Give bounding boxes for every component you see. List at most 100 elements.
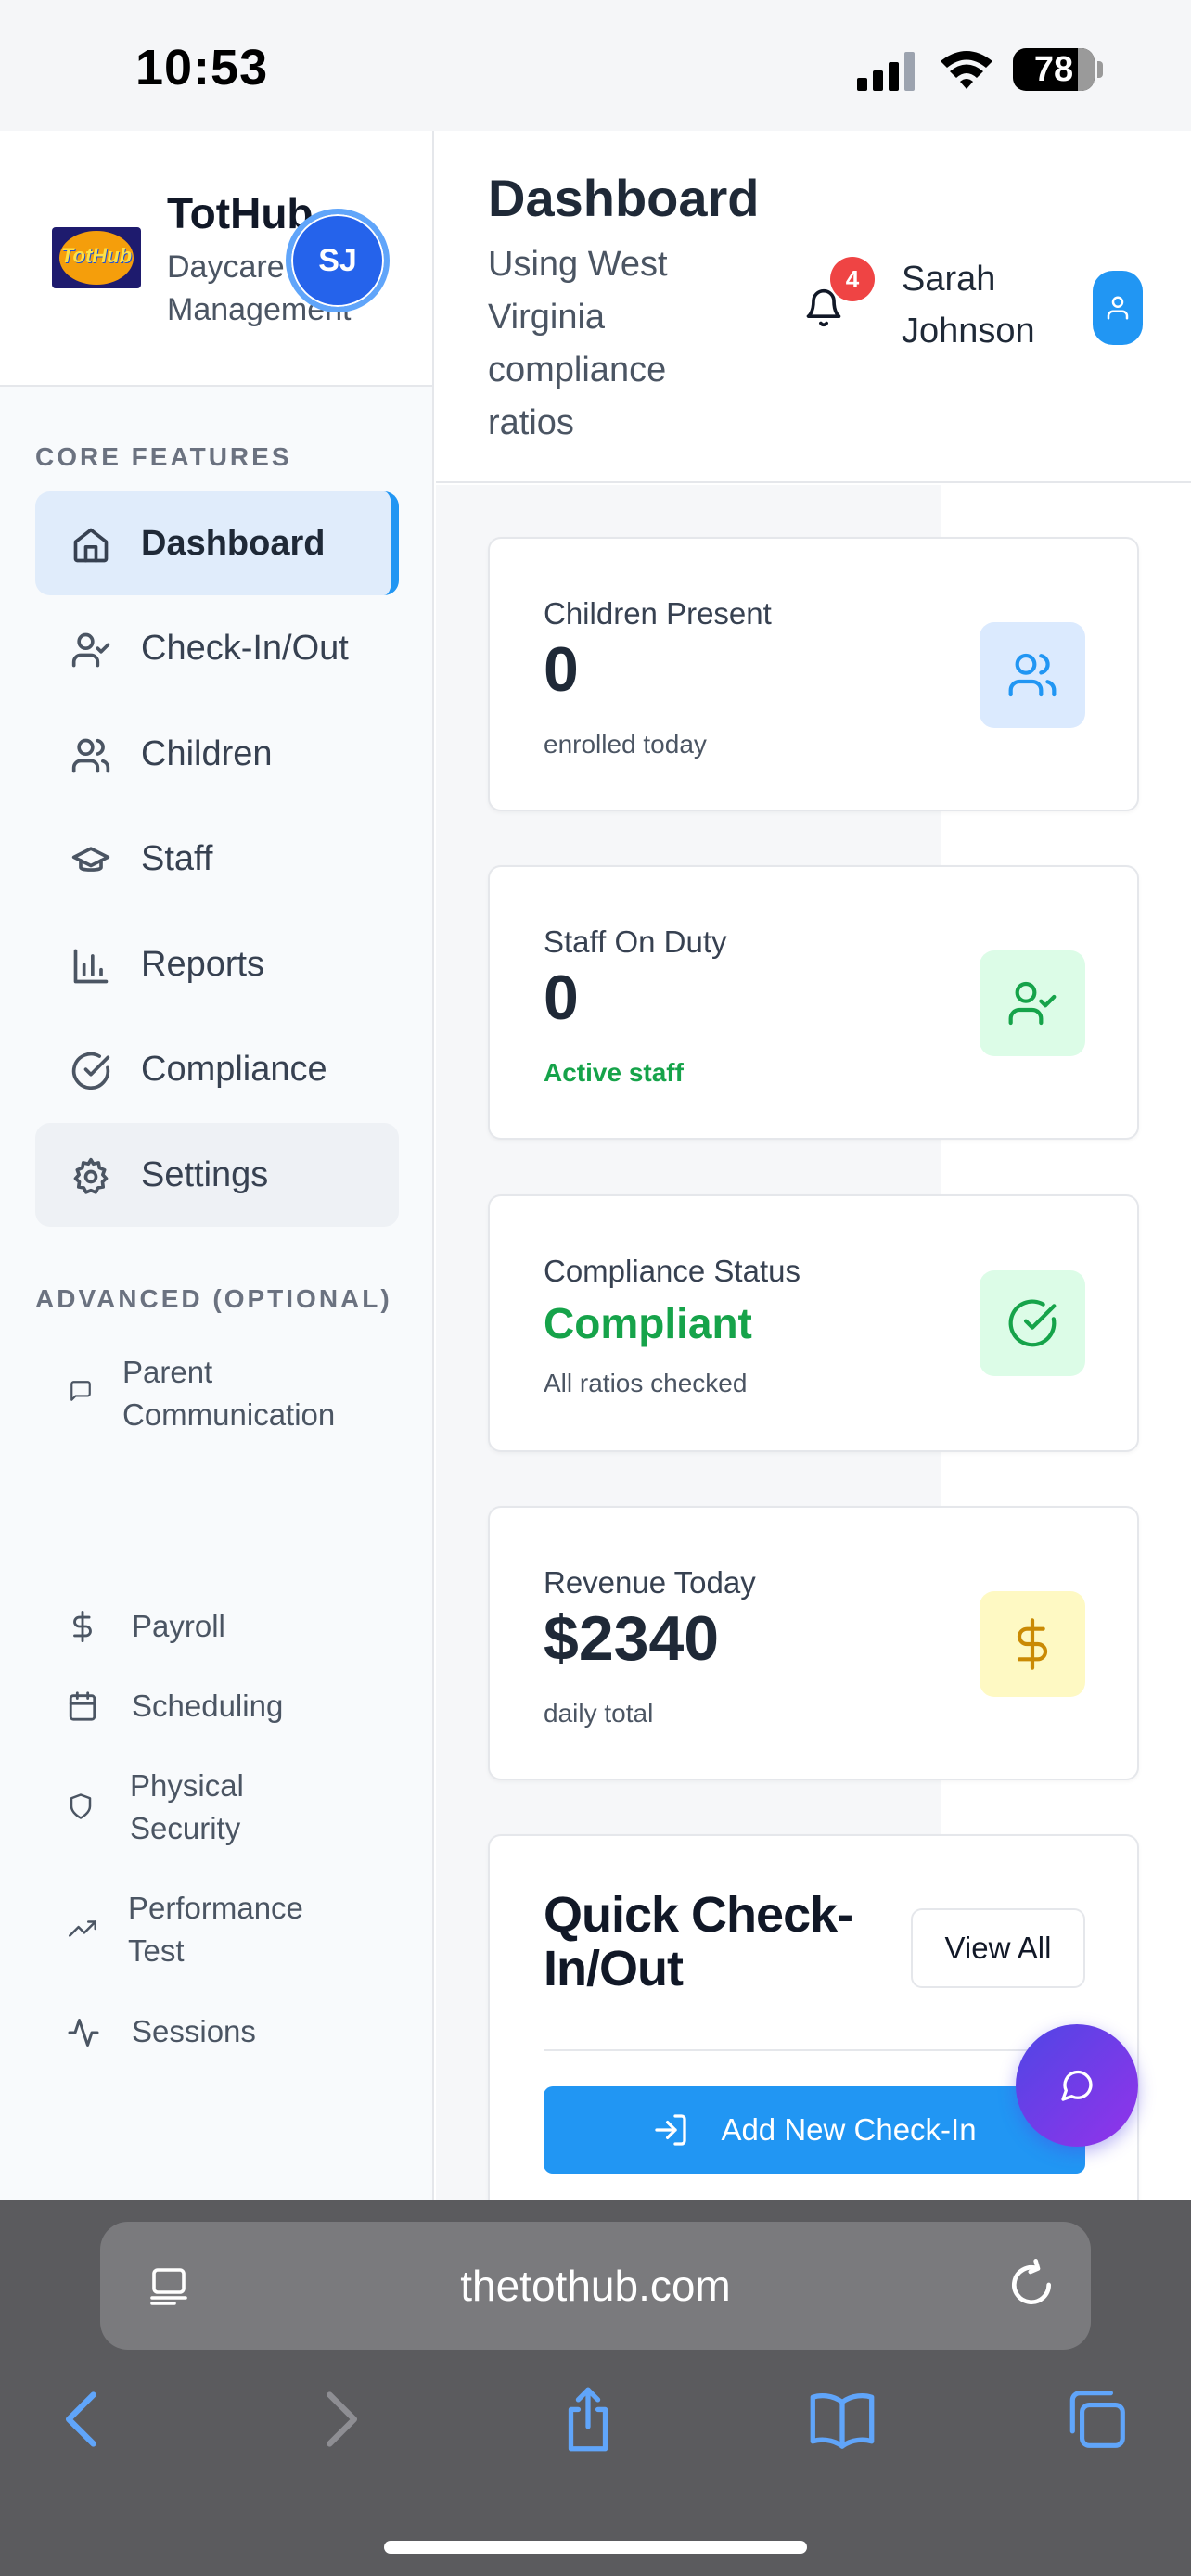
user-check-icon [1008, 981, 1057, 1026]
dollar-icon [1017, 1618, 1048, 1670]
sidebar-item-check-in-out[interactable]: Check-In/Out [35, 596, 399, 700]
quick-checkin-title: Quick Check-In/Out [544, 1887, 853, 1996]
avatar[interactable]: SJ [286, 209, 390, 312]
gear-icon [73, 1157, 109, 1194]
sidebar-item-label: Scheduling [132, 1689, 284, 1723]
sidebar-item-parent-communication[interactable]: Parent Communication [35, 1351, 406, 1440]
sidebar-item-label: Payroll [132, 1609, 225, 1643]
add-checkin-label: Add New Check-In [721, 2112, 977, 2147]
status-bar: 10:53 78 [0, 0, 1191, 131]
stat-card-revenue-today[interactable]: Revenue Today $2340 daily total [488, 1506, 1139, 1780]
page-subtitle: Using West Virginia compliance ratios [488, 245, 668, 442]
card-label: Revenue Today [544, 1565, 756, 1600]
forward-icon[interactable] [310, 2385, 369, 2454]
brand-name: TotHub [167, 189, 314, 237]
tothub-logo[interactable]: TotHub [52, 227, 141, 288]
card-label: Children Present [544, 596, 772, 631]
calendar-icon [69, 1691, 96, 1721]
message-circle-icon [1061, 2070, 1093, 2101]
advanced-title: ADVANCED (OPTIONAL) [35, 1284, 392, 1313]
check-circle-icon [1008, 1299, 1057, 1347]
sidebar-item-performance-test[interactable]: Performance Test [35, 1887, 406, 1976]
card-note: Active staff [544, 1058, 684, 1087]
battery-empty-segment [1078, 48, 1095, 91]
card-note: daily total [544, 1699, 654, 1728]
sidebar-item-sessions[interactable]: Sessions [35, 2010, 406, 2053]
sidebar-item-physical-security[interactable]: Physical Security [35, 1765, 406, 1854]
divider [544, 2049, 1085, 2051]
tabs-icon[interactable] [1063, 2385, 1130, 2454]
sidebar-item-staff[interactable]: Staff [35, 807, 399, 911]
address-bar[interactable]: thetothub.com [100, 2222, 1091, 2350]
share-icon[interactable] [558, 2385, 618, 2454]
card-icon-box [980, 1591, 1085, 1697]
message-icon [70, 1381, 91, 1401]
wifi-icon [941, 51, 992, 89]
activity-icon [68, 2019, 99, 2047]
view-all-button[interactable]: View All [911, 1908, 1085, 1988]
stat-card-children-present[interactable]: Children Present 0 enrolled today [488, 537, 1139, 811]
sidebar-item-scheduling[interactable]: Scheduling [35, 1685, 406, 1728]
shield-icon [70, 1793, 92, 1819]
graduation-cap-icon [71, 847, 110, 872]
sidebar-item-label: Parent [122, 1355, 213, 1389]
sidebar-item-reports[interactable]: Reports [35, 912, 399, 1016]
sidebar-item-label: Sessions [132, 2014, 256, 2048]
card-label: Compliance Status [544, 1254, 800, 1288]
battery-nub [1097, 61, 1103, 78]
stat-card-staff-on-duty[interactable]: Staff On Duty 0 Active staff [488, 865, 1139, 1140]
card-value: 0 [544, 963, 579, 1033]
users-icon [71, 738, 110, 773]
add-new-checkin-button[interactable]: Add New Check-In [544, 2086, 1085, 2174]
reload-icon[interactable] [1005, 2259, 1057, 2311]
sidebar-item-label: Communication [122, 1397, 336, 1432]
sidebar-item-payroll[interactable]: Payroll [35, 1605, 406, 1648]
sidebar-item-label: Compliance [141, 1049, 327, 1089]
card-label: Staff On Duty [544, 925, 727, 959]
battery-level: 78 [1033, 50, 1074, 89]
url-text: thetothub.com [460, 2262, 731, 2310]
sidebar-item-settings[interactable]: Settings [35, 1123, 399, 1227]
battery-icon: 78 [1013, 48, 1095, 91]
bar-chart-icon [73, 949, 109, 984]
core-features-title: CORE FEATURES [35, 442, 292, 471]
trending-up-icon [69, 1920, 96, 1937]
sidebar-item-label: Children [141, 733, 273, 773]
dollar-icon [73, 1611, 92, 1642]
card-value: Compliant [544, 1299, 752, 1347]
brand-header: TotHub TotHub Daycare Management SJ [0, 131, 432, 387]
users-icon [1008, 653, 1057, 697]
sidebar-item-label: Performance [128, 1891, 303, 1925]
user-name[interactable]: Sarah Johnson [902, 253, 1078, 357]
main-content: Children Present 0 enrolled today Staff … [436, 485, 1191, 2200]
sidebar-item-compliance[interactable]: Compliance [35, 1017, 399, 1121]
quick-checkin-card: Quick Check-In/Out View All Add New Chec… [488, 1834, 1139, 2200]
sidebar: TotHub TotHub Daycare Management SJ CORE… [0, 131, 434, 2200]
sidebar-item-label: Staff [141, 838, 213, 878]
stat-card-compliance-status[interactable]: Compliance Status Compliant All ratios c… [488, 1194, 1139, 1452]
card-icon-box [980, 950, 1085, 1056]
bookmarks-icon[interactable] [807, 2385, 877, 2454]
logo-text: TotHub [60, 244, 133, 267]
user-icon [1107, 296, 1129, 320]
sidebar-item-dashboard[interactable]: Dashboard [35, 491, 399, 595]
page-title: Dashboard [488, 169, 760, 227]
log-in-icon [655, 2114, 687, 2146]
chat-fab-button[interactable] [1016, 2024, 1138, 2147]
card-value: $2340 [544, 1603, 720, 1674]
back-icon[interactable] [54, 2385, 113, 2454]
main-header: Dashboard Using West Virginia compliance… [436, 131, 1191, 483]
card-icon-box [980, 1270, 1085, 1376]
sidebar-item-label: Physical [130, 1768, 244, 1803]
home-indicator [384, 2541, 807, 2554]
user-check-icon [71, 632, 110, 668]
status-time: 10:53 [135, 40, 269, 96]
sidebar-item-children[interactable]: Children [35, 702, 399, 806]
home-icon [73, 528, 109, 563]
card-icon-box [980, 622, 1085, 728]
sidebar-item-label: Check-In/Out [141, 628, 349, 668]
sidebar-item-label: Reports [141, 944, 265, 984]
card-note: All ratios checked [544, 1369, 748, 1397]
user-menu-button[interactable] [1093, 271, 1143, 345]
signal-icon [857, 52, 916, 91]
